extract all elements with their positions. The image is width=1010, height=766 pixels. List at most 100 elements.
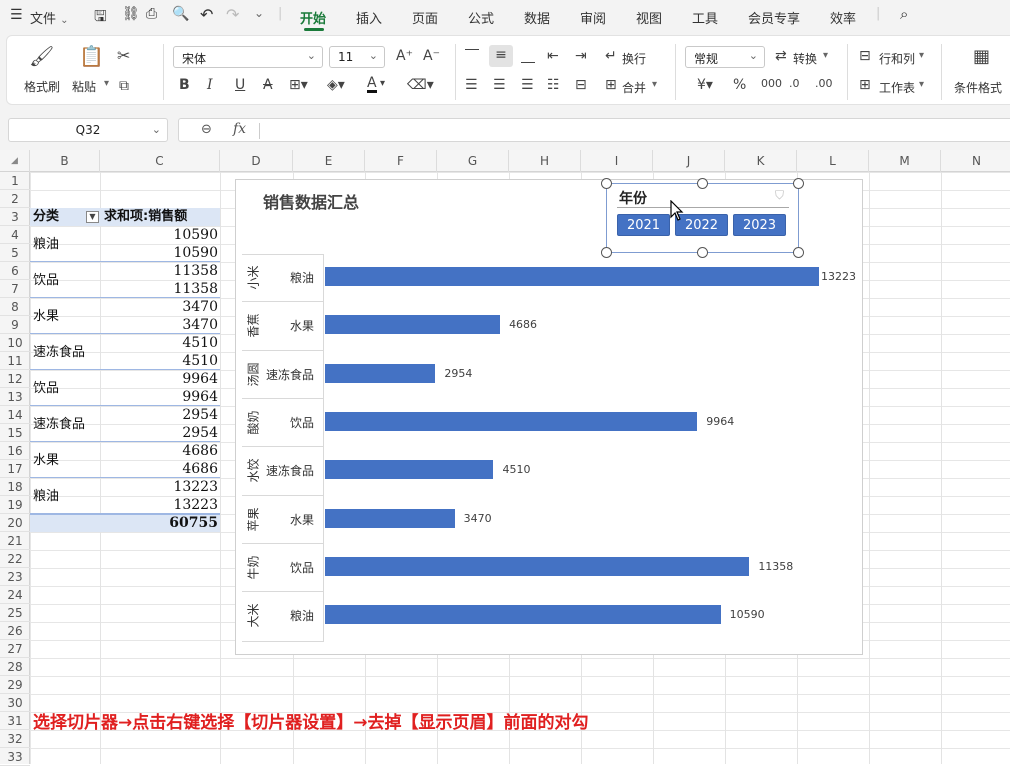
merge-button[interactable]: 合并: [622, 79, 646, 96]
row-header[interactable]: 9: [0, 316, 30, 334]
formula-input[interactable]: ⊖ fx: [178, 118, 1010, 142]
increase-decimal-icon[interactable]: .0: [789, 77, 800, 90]
align-middle-icon[interactable]: ≡: [489, 45, 513, 67]
tab-formula[interactable]: 公式: [468, 8, 494, 27]
cut-icon[interactable]: ✂: [117, 46, 130, 65]
border-icon[interactable]: ⊞▾: [289, 77, 308, 93]
wrap-text-button[interactable]: 换行: [622, 50, 646, 67]
merge-icon[interactable]: ⊞: [605, 77, 617, 93]
column-header-g[interactable]: G: [437, 150, 509, 172]
font-color-dropdown-icon[interactable]: ▾: [380, 78, 385, 89]
paste-dropdown-icon[interactable]: ▾: [104, 78, 109, 89]
tab-page[interactable]: 页面: [412, 8, 438, 27]
font-name-select[interactable]: 宋体 ⌄: [173, 46, 323, 68]
row-header[interactable]: 2: [0, 190, 30, 208]
column-header-h[interactable]: H: [509, 150, 581, 172]
chart-bar[interactable]: [325, 556, 750, 576]
hamburger-icon[interactable]: ☰: [10, 7, 23, 23]
increase-indent-icon[interactable]: ⇥: [575, 48, 587, 64]
font-size-select[interactable]: 11 ⌄: [329, 46, 385, 68]
zoom-icon[interactable]: ⊖: [201, 122, 212, 137]
format-painter-button[interactable]: 格式刷: [24, 78, 60, 95]
merge-dropdown-icon[interactable]: ▾: [652, 79, 657, 90]
clear-filter-icon[interactable]: ⛉: [775, 188, 784, 203]
thousands-icon[interactable]: 000: [761, 77, 782, 90]
conditional-format-icon[interactable]: ▦: [973, 46, 990, 67]
tab-efficiency[interactable]: 效率: [830, 8, 856, 27]
column-header-j[interactable]: J: [653, 150, 725, 172]
print-preview-icon[interactable]: 🔍: [172, 6, 189, 22]
resize-handle-tc[interactable]: [697, 178, 708, 189]
chart-bar[interactable]: [325, 315, 501, 335]
row-header[interactable]: 33: [0, 748, 30, 766]
tab-view[interactable]: 视图: [636, 8, 662, 27]
convert-icon[interactable]: ⇄: [775, 48, 787, 64]
resize-handle-br[interactable]: [793, 247, 804, 258]
undo-icon[interactable]: ↶: [200, 5, 213, 24]
row-header[interactable]: 1: [0, 172, 30, 190]
paste-button[interactable]: 粘贴: [72, 78, 96, 95]
file-menu[interactable]: 文件 ⌄: [30, 8, 69, 27]
column-header-i[interactable]: I: [581, 150, 653, 172]
copy-icon[interactable]: ⧉: [119, 78, 129, 94]
chart-bar[interactable]: [325, 363, 436, 383]
row-header[interactable]: 17: [0, 460, 30, 478]
slicer-item-2023[interactable]: 2023: [733, 214, 786, 236]
row-header[interactable]: 11: [0, 352, 30, 370]
row-header[interactable]: 13: [0, 388, 30, 406]
row-header[interactable]: 31: [0, 712, 30, 730]
convert-dropdown-icon[interactable]: ▾: [823, 50, 828, 61]
row-header[interactable]: 8: [0, 298, 30, 316]
percent-icon[interactable]: %: [733, 77, 746, 93]
format-painter-icon[interactable]: 🖌: [29, 44, 54, 68]
row-col-icon[interactable]: ⊟: [859, 48, 871, 64]
row-header[interactable]: 3: [0, 208, 30, 226]
save-icon[interactable]: 🖫: [94, 6, 107, 31]
distribute-icon[interactable]: ⊟: [575, 77, 587, 93]
resize-handle-bc[interactable]: [697, 247, 708, 258]
chart-bar[interactable]: [325, 267, 819, 286]
row-col-button[interactable]: 行和列: [879, 50, 915, 67]
print-icon[interactable]: ⎙: [146, 6, 157, 22]
chart-bar[interactable]: [325, 460, 494, 480]
row-header[interactable]: 21: [0, 532, 30, 550]
row-header[interactable]: 24: [0, 586, 30, 604]
row-col-dropdown-icon[interactable]: ▾: [919, 50, 924, 61]
align-bottom-icon[interactable]: ⎽: [521, 48, 535, 64]
row-header[interactable]: 19: [0, 496, 30, 514]
increase-font-icon[interactable]: A⁺: [396, 48, 413, 64]
row-header[interactable]: 5: [0, 244, 30, 262]
tab-insert[interactable]: 插入: [356, 8, 382, 27]
eraser-icon[interactable]: ⌫▾: [407, 77, 434, 93]
fx-icon[interactable]: fx: [233, 121, 246, 137]
align-center-icon[interactable]: ☰: [493, 77, 506, 93]
decrease-decimal-icon[interactable]: .00: [815, 77, 833, 90]
row-header[interactable]: 18: [0, 478, 30, 496]
worksheet-button[interactable]: 工作表: [879, 79, 915, 96]
row-header[interactable]: 32: [0, 730, 30, 748]
convert-button[interactable]: 转换: [793, 50, 817, 67]
resize-handle-tr[interactable]: [793, 178, 804, 189]
tab-review[interactable]: 审阅: [580, 8, 606, 27]
worksheet-dropdown-icon[interactable]: ▾: [919, 79, 924, 90]
decrease-indent-icon[interactable]: ⇤: [547, 48, 559, 64]
row-header[interactable]: 6: [0, 262, 30, 280]
column-header-m[interactable]: M: [869, 150, 941, 172]
column-header-f[interactable]: F: [365, 150, 437, 172]
name-box[interactable]: Q32 ⌄: [8, 118, 168, 142]
column-header-k[interactable]: K: [725, 150, 797, 172]
link-icon[interactable]: ⛓: [122, 6, 140, 22]
row-header[interactable]: 20: [0, 514, 30, 532]
row-header[interactable]: 15: [0, 424, 30, 442]
row-header[interactable]: 27: [0, 640, 30, 658]
year-slicer[interactable]: 年份 ⛉ 2021 2022 2023: [606, 183, 799, 253]
column-header-b[interactable]: B: [30, 150, 100, 172]
resize-handle-tl[interactable]: [601, 178, 612, 189]
align-left-icon[interactable]: ☰: [465, 77, 478, 93]
row-header[interactable]: 16: [0, 442, 30, 460]
row-header[interactable]: 29: [0, 676, 30, 694]
row-header[interactable]: 25: [0, 604, 30, 622]
justify-icon[interactable]: ☷: [547, 77, 560, 93]
tab-member[interactable]: 会员专享: [748, 8, 800, 27]
row-header[interactable]: 30: [0, 694, 30, 712]
